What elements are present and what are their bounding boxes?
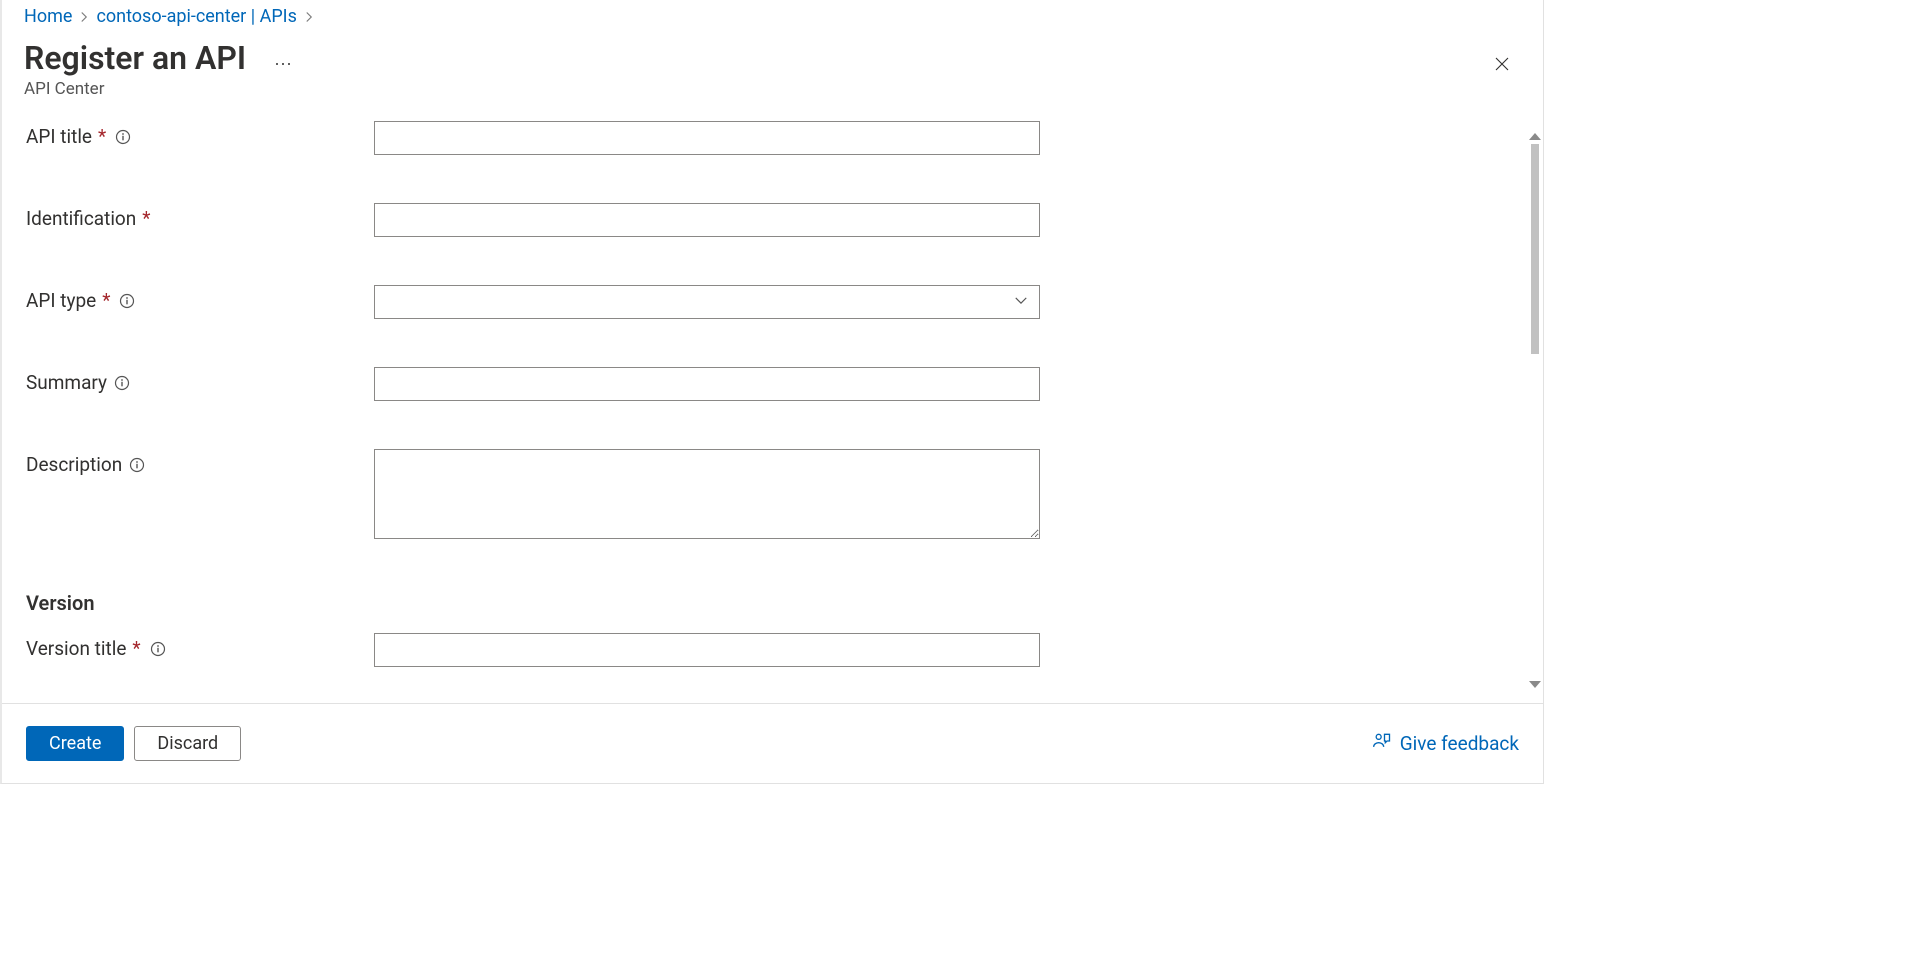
info-icon[interactable] bbox=[128, 456, 146, 474]
label-api-type-text: API type bbox=[26, 289, 96, 312]
page-subtitle: API Center bbox=[24, 79, 298, 99]
breadcrumb: Home contoso-api-center | APIs bbox=[2, 0, 1543, 31]
section-heading-version: Version bbox=[2, 591, 1543, 615]
info-icon[interactable] bbox=[149, 640, 167, 658]
row-version-title: Version title * bbox=[2, 633, 1543, 667]
scrollbar-down-arrow-icon[interactable] bbox=[1529, 681, 1541, 688]
description-textarea[interactable] bbox=[374, 449, 1040, 539]
label-identification-text: Identification bbox=[26, 207, 136, 230]
required-marker: * bbox=[98, 125, 106, 148]
required-marker: * bbox=[142, 207, 150, 230]
page-header: Register an API ⋯ API Center bbox=[2, 31, 1543, 109]
identification-input[interactable] bbox=[374, 203, 1040, 237]
info-icon[interactable] bbox=[118, 292, 136, 310]
label-api-title: API title * bbox=[26, 121, 374, 148]
give-feedback-label: Give feedback bbox=[1400, 732, 1519, 755]
required-marker: * bbox=[132, 637, 140, 660]
feedback-icon bbox=[1372, 731, 1392, 756]
required-marker: * bbox=[102, 289, 110, 312]
row-identification: Identification * bbox=[2, 203, 1543, 237]
row-description: Description bbox=[2, 449, 1543, 543]
label-identification: Identification * bbox=[26, 203, 374, 230]
breadcrumb-api-center[interactable]: contoso-api-center | APIs bbox=[96, 6, 296, 27]
info-icon[interactable] bbox=[114, 128, 132, 146]
api-type-select[interactable] bbox=[374, 285, 1040, 319]
chevron-right-icon bbox=[78, 11, 90, 23]
breadcrumb-home[interactable]: Home bbox=[24, 6, 72, 27]
label-summary-text: Summary bbox=[26, 371, 107, 394]
version-title-input[interactable] bbox=[374, 633, 1040, 667]
label-description: Description bbox=[26, 449, 374, 476]
row-summary: Summary bbox=[2, 367, 1543, 401]
scrollbar-thumb[interactable] bbox=[1531, 144, 1539, 354]
label-version-title: Version title * bbox=[26, 633, 374, 660]
give-feedback-link[interactable]: Give feedback bbox=[1372, 731, 1519, 756]
info-icon[interactable] bbox=[113, 374, 131, 392]
create-button[interactable]: Create bbox=[26, 726, 124, 761]
page-title: Register an API bbox=[24, 39, 246, 77]
label-api-title-text: API title bbox=[26, 125, 92, 148]
close-icon bbox=[1493, 55, 1511, 77]
form-body: API title * Identification * API bbox=[2, 109, 1543, 703]
row-api-title: API title * bbox=[2, 121, 1543, 155]
discard-button[interactable]: Discard bbox=[134, 726, 241, 761]
more-actions-button[interactable]: ⋯ bbox=[268, 53, 298, 77]
scrollbar-up-arrow-icon[interactable] bbox=[1529, 133, 1541, 140]
chevron-right-icon bbox=[303, 11, 315, 23]
label-version-title-text: Version title bbox=[26, 637, 126, 660]
scrollbar[interactable] bbox=[1527, 130, 1543, 691]
footer: Create Discard Give feedback bbox=[2, 703, 1543, 783]
close-button[interactable] bbox=[1485, 49, 1519, 83]
summary-input[interactable] bbox=[374, 367, 1040, 401]
label-description-text: Description bbox=[26, 453, 122, 476]
label-summary: Summary bbox=[26, 367, 374, 394]
api-title-input[interactable] bbox=[374, 121, 1040, 155]
label-api-type: API type * bbox=[26, 285, 374, 312]
row-api-type: API type * bbox=[2, 285, 1543, 319]
